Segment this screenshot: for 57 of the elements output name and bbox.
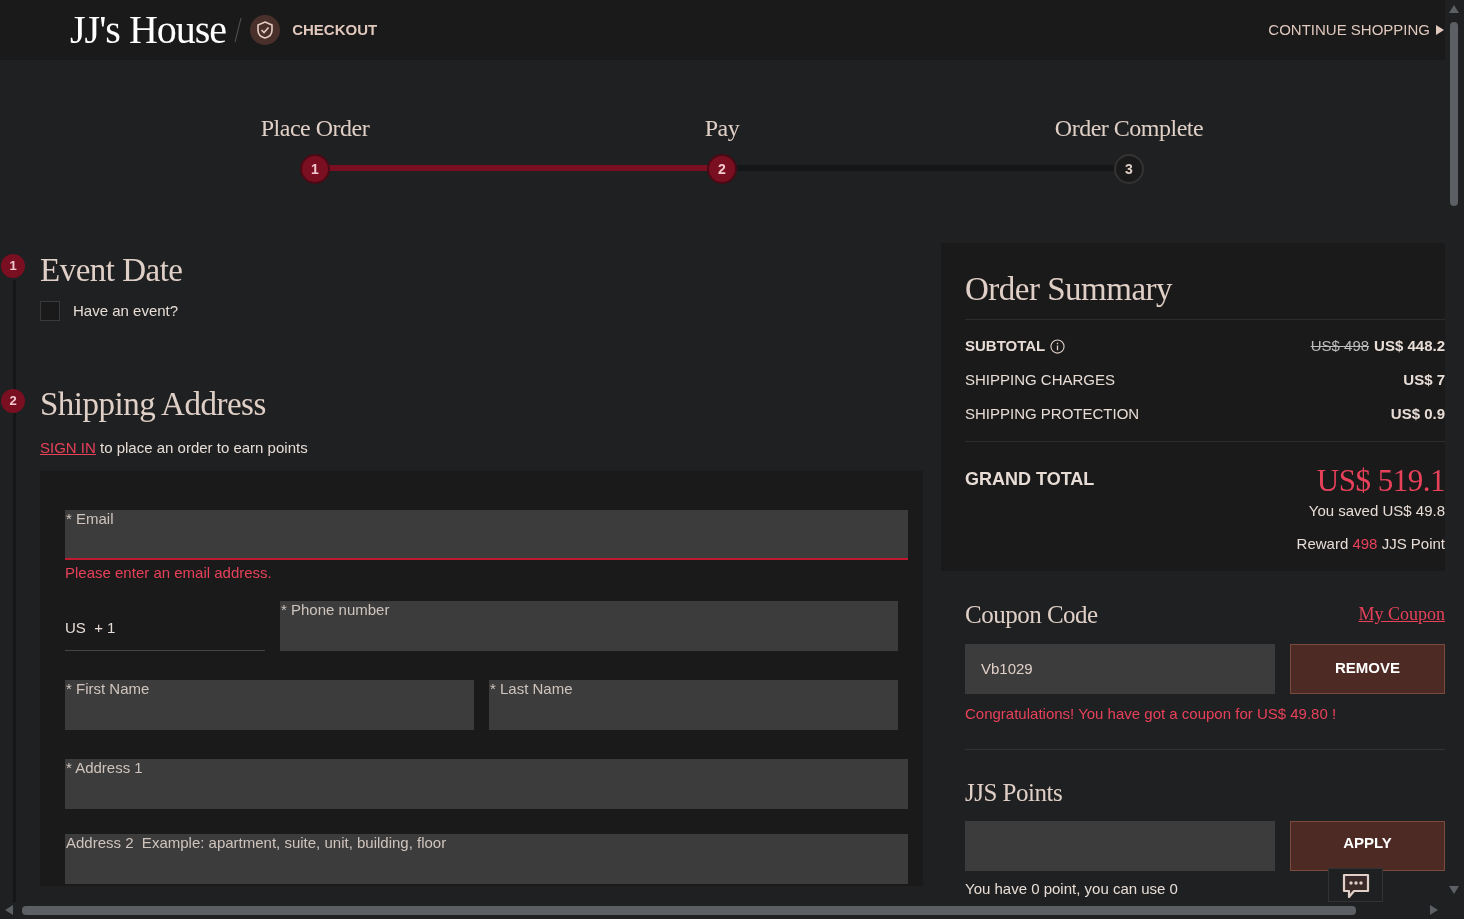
text-field[interactable]: Address 2 Example: apartment, suite, unit, building, floor <box>65 833 908 884</box>
scrollbar-thumb[interactable] <box>22 906 1356 915</box>
summary-value: US$ 7 <box>1403 369 1445 390</box>
text-field[interactable]: * Last Name <box>489 679 898 730</box>
event-label: Have an event? <box>73 301 179 321</box>
summary-label: SUBTOTAL <box>965 335 1046 356</box>
event-checkbox[interactable] <box>40 301 60 322</box>
info-icon[interactable] <box>1050 338 1066 354</box>
grand-total-label: GRAND TOTAL <box>965 468 1095 491</box>
points-title: JJS Points <box>965 778 1064 808</box>
step-label: Order Complete <box>1054 114 1204 143</box>
text-field[interactable]: * Address 1 <box>65 758 908 809</box>
step-number: 2 <box>707 154 737 184</box>
my-coupons-link[interactable]: My Coupon <box>1358 601 1445 629</box>
email-error: Please enter an email address. <box>65 563 273 583</box>
apply-button[interactable]: APPLY <box>1290 820 1445 871</box>
sign-in-text: SIGN IN to place an order to earn points <box>40 437 309 458</box>
summary-value: US$ 448.2 <box>1374 335 1445 356</box>
section-title: Event Date <box>40 253 183 287</box>
scroll-right-icon[interactable] <box>1430 905 1438 915</box>
grand-total-value: US$ 519.1 <box>1316 463 1445 499</box>
scrollbar-thumb[interactable] <box>1450 22 1458 206</box>
country-code-select[interactable]: US + 1 <box>65 600 265 651</box>
triangle-right-icon <box>1436 25 1444 35</box>
scroll-up-icon[interactable] <box>1449 5 1459 13</box>
section-number: 2 <box>1 388 25 413</box>
step-label: Pay <box>704 114 740 143</box>
continue-shopping-link[interactable]: CONTINUE SHOPPING <box>1268 18 1444 42</box>
checkout-label: CHECKOUT <box>292 19 378 40</box>
points-note: You have 0 point, you can use 0 <box>965 878 1178 899</box>
points-field[interactable] <box>965 820 1275 871</box>
summary-label: SHIPPING PROTECTION <box>965 403 1140 424</box>
step-number: 3 <box>1114 154 1144 184</box>
email-field[interactable]: * Email <box>65 510 908 560</box>
text-field[interactable]: * First Name <box>65 679 474 730</box>
section-title: Shipping Address <box>40 388 266 421</box>
step-label: Place Order <box>260 114 370 143</box>
summary-value: US$ 0.9 <box>1390 403 1445 424</box>
chat-bubble-icon <box>1341 872 1370 900</box>
coupon-field[interactable]: Vb1029 <box>965 643 1275 694</box>
original-price: US$ 498 <box>1310 335 1370 356</box>
order-summary-title: Order Summary <box>965 270 1174 309</box>
coupon-message: Congratulations! You have got a coupon for US$ 49.80 ! <box>965 703 1338 724</box>
text-field[interactable]: * Phone number <box>280 600 898 651</box>
step-number: 1 <box>300 154 330 184</box>
summary-label: SHIPPING CHARGES <box>965 369 1116 390</box>
sign-in-link[interactable]: SIGN IN <box>40 438 96 456</box>
remove-button[interactable]: REMOVE <box>1290 643 1445 694</box>
chat-widget[interactable] <box>1328 868 1383 902</box>
scroll-down-icon[interactable] <box>1449 886 1459 894</box>
section-number: 1 <box>1 254 25 278</box>
reward-text: Reward 498 JJS Point <box>1296 533 1445 554</box>
logo[interactable]: JJ's House <box>70 10 227 50</box>
shield-check-icon <box>250 15 281 45</box>
divider-slash-icon <box>234 17 243 43</box>
saved-text: You saved US$ 49.8 <box>1308 501 1445 521</box>
coupon-title: Coupon Code <box>965 600 1098 630</box>
